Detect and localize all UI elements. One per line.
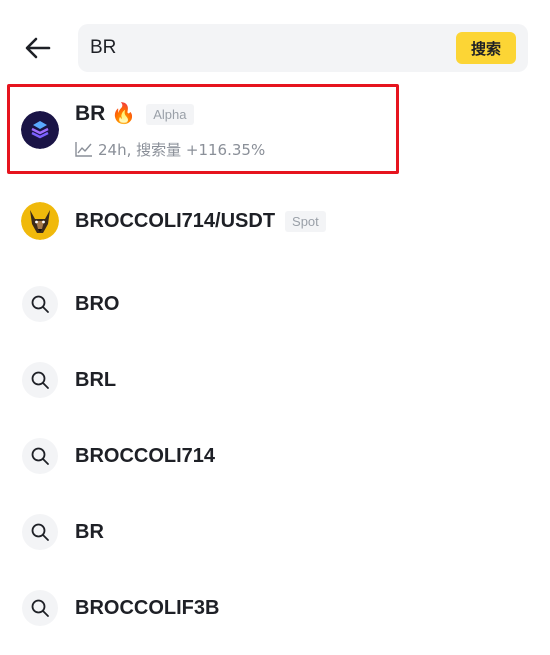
search-icon <box>22 590 58 626</box>
suggestion-item[interactable]: BROCCOLI714 <box>0 438 550 478</box>
suggestion-item[interactable]: BR <box>0 514 550 554</box>
search-input[interactable] <box>90 24 440 72</box>
search-box: 搜索 <box>78 24 528 72</box>
result-item-br[interactable]: BR 🔥 Alpha <box>0 84 550 174</box>
layers-token-icon <box>21 111 59 149</box>
market-tag: Alpha <box>146 103 194 125</box>
search-button[interactable]: 搜索 <box>456 32 516 64</box>
search-icon <box>22 362 58 398</box>
search-icon <box>22 514 58 550</box>
result-stats: 24h, 搜索量 +116.35% <box>75 138 265 160</box>
search-header: 搜索 <box>0 0 550 80</box>
token-name: BROCCOLI714/USDT <box>75 209 276 232</box>
dog-token-icon <box>21 202 59 240</box>
market-tag: Spot <box>285 210 326 232</box>
search-icon <box>22 286 58 322</box>
token-name: BR <box>75 102 106 125</box>
trend-line-icon <box>75 141 93 157</box>
suggestion-item[interactable]: BRL <box>0 362 550 402</box>
suggestion-label: BRL <box>75 369 117 391</box>
result-item-broccoli-usdt[interactable]: BROCCOLI714/USDT Spot <box>0 190 550 254</box>
suggestion-label: BRO <box>75 293 120 315</box>
back-button[interactable] <box>20 30 56 66</box>
search-volume-text: 24h, 搜索量 +116.35% <box>98 140 266 159</box>
fire-icon: 🔥 <box>111 103 137 125</box>
search-icon <box>22 438 58 474</box>
suggestion-label: BR <box>75 521 104 543</box>
suggestion-label: BROCCOLIF3B <box>75 597 220 619</box>
arrow-left-icon <box>25 37 51 59</box>
suggestion-item[interactable]: BROCCOLIF3B <box>0 590 550 630</box>
result-title-row: BR 🔥 Alpha <box>75 99 194 129</box>
suggestion-item[interactable]: BRO <box>0 286 550 326</box>
result-title-row: BROCCOLI714/USDT Spot <box>75 206 326 236</box>
suggestion-label: BROCCOLI714 <box>75 445 216 467</box>
